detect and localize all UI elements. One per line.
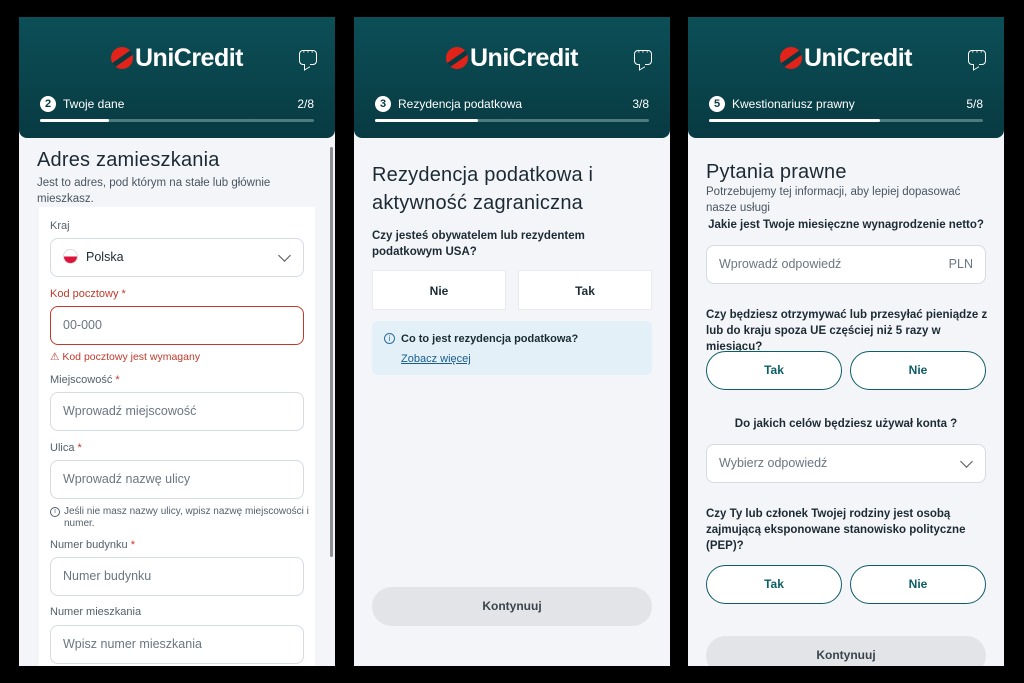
postal-error: ⚠ Kod pocztowy jest wymagany (50, 351, 201, 363)
progress-bar (40, 119, 314, 122)
chat-icon[interactable] (299, 46, 317, 65)
currency-label: PLN (948, 257, 973, 271)
step-count: 2/8 (297, 97, 314, 111)
pep-no-button[interactable]: Nie (850, 565, 986, 604)
step-label: Rezydencja podatkowa (398, 97, 523, 111)
info-title: Co to jest rezydencja podatkowa? (401, 333, 579, 345)
step-count: 3/8 (632, 97, 649, 111)
info-icon: i (384, 333, 395, 344)
page-subtitle: Jest to adres, pod którym na stałe lub g… (37, 177, 271, 205)
city-input[interactable]: Wprowadź miejscowość (50, 392, 304, 431)
postal-label: Kod pocztowy * (50, 288, 126, 300)
progress-bar (709, 119, 983, 122)
pep-question: Czy Ty lub członek Twojej rodziny jest o… (706, 508, 966, 552)
unicredit-logo: UniCredit (688, 44, 1004, 73)
usa-question: Czy jesteś obywatelem lub rezydentem pod… (372, 230, 585, 258)
salary-input[interactable]: Wprowadź odpowiedź PLN (706, 245, 986, 284)
postal-code-input[interactable]: 00-000 (50, 306, 304, 345)
street-input[interactable]: Wprowadź nazwę ulicy (50, 460, 304, 499)
header: UniCredit 3 Rezydencja podatkowa 3/8 (354, 17, 670, 138)
step-number: 5 (709, 96, 725, 112)
option-no-button[interactable]: Nie (372, 270, 506, 310)
progress-bar (375, 119, 649, 122)
screen-address: UniCredit 2 Twoje dane 2/8 Adres zamiesz… (19, 17, 335, 666)
unicredit-logo: UniCredit (354, 44, 670, 73)
unicredit-logo-icon (780, 47, 802, 69)
transfers-yes-button[interactable]: Tak (706, 351, 842, 390)
salary-question: Jakie jest Twoje miesięczne wynagrodzeni… (708, 219, 984, 231)
building-number-input[interactable]: Numer budynku (50, 557, 304, 596)
chat-icon[interactable] (634, 46, 652, 65)
unicredit-logo-icon (446, 47, 468, 69)
header: UniCredit 2 Twoje dane 2/8 (19, 17, 335, 138)
transfers-no-button[interactable]: Nie (850, 351, 986, 390)
step-number: 2 (40, 96, 56, 112)
screen-tax-residency: UniCredit 3 Rezydencja podatkowa 3/8 Rez… (354, 17, 670, 666)
page-title: Adres zamieszkania (37, 149, 220, 171)
progress-fill (709, 119, 881, 122)
chevron-down-icon (960, 455, 973, 468)
page-title: Rezydencja podatkowa i aktywność zagranic… (372, 164, 594, 214)
warning-icon: ⚠ (50, 351, 63, 363)
unicredit-logo-icon (111, 47, 133, 69)
continue-button[interactable]: Kontynuuj (706, 636, 986, 666)
page-title: Pytania prawne (706, 161, 847, 183)
step-label: Kwestionariusz prawny (732, 97, 855, 111)
page-subtitle: Potrzebujemy tej informacji, aby lepiej … (706, 186, 961, 214)
poland-flag-icon (63, 249, 78, 264)
purpose-select[interactable]: Wybierz odpowiedź (706, 444, 986, 483)
step-label: Twoje dane (63, 97, 125, 111)
apartment-label: Numer mieszkania (50, 606, 142, 618)
info-box: i Co to jest rezydencja podatkowa? Zobac… (372, 321, 652, 375)
unicredit-logo: UniCredit (19, 44, 335, 73)
street-hint: i Jeśli nie masz nazwy ulicy, wpisz nazw… (50, 506, 310, 530)
country-label: Kraj (50, 220, 70, 232)
chat-icon[interactable] (968, 46, 986, 65)
country-select[interactable]: Polska (50, 238, 304, 277)
street-label: Ulica * (50, 442, 82, 454)
progress-fill (40, 119, 109, 122)
step-number: 3 (375, 96, 391, 112)
progress-fill (375, 119, 478, 122)
transfers-question: Czy będziesz otrzymywać lub przesyłać pi… (706, 309, 988, 353)
step-count: 5/8 (966, 97, 983, 111)
scrollbar[interactable] (330, 147, 333, 557)
screen-legal-questions: UniCredit 5 Kwestionariusz prawny 5/8 Py… (688, 17, 1004, 666)
apartment-number-input[interactable]: Wpisz numer mieszkania (50, 625, 304, 664)
option-yes-button[interactable]: Tak (518, 270, 652, 310)
pep-yes-button[interactable]: Tak (706, 565, 842, 604)
continue-button[interactable]: Kontynuuj (372, 587, 652, 626)
info-icon: i (50, 507, 60, 517)
see-more-link[interactable]: Zobacz więcej (401, 353, 471, 365)
chevron-down-icon (278, 249, 291, 262)
building-label: Numer budynku * (50, 539, 135, 551)
header: UniCredit 5 Kwestionariusz prawny 5/8 (688, 17, 1004, 138)
purpose-question: Do jakich celów będziesz używał konta ? (734, 418, 958, 430)
city-label: Miejscowość * (50, 374, 120, 386)
